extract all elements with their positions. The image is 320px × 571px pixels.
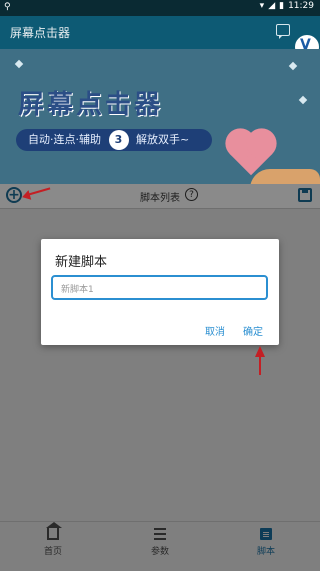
status-bar: ⚲ ▾ ◢ ▮ 11:29 [0,0,320,16]
home-icon [46,522,62,540]
sparkle-icon [288,61,298,71]
script-name-input[interactable] [53,279,266,301]
cancel-button[interactable]: 取消 [205,323,225,338]
clock-text: 11:29 [288,1,314,11]
app-title: 屏幕点击器 [10,26,71,40]
tab-scripts-label: 脚本 [256,547,275,557]
tab-home[interactable]: 首页 [23,522,83,557]
save-icon[interactable] [298,188,312,202]
document-icon [260,528,272,540]
tab-params-label: 参数 [150,547,169,557]
status-icons: ▾ ◢ ▮ 11:29 [260,1,314,11]
app-bar: 屏幕点击器 V [0,16,320,61]
help-icon[interactable]: ? [185,188,198,201]
ok-button[interactable]: 确定 [243,323,263,338]
banner-tagline: 自动·连点·辅助 3 解放双手~ [16,129,212,151]
message-icon[interactable] [276,24,290,39]
sparkle-icon [298,95,308,105]
annotation-arrowhead [255,346,265,357]
list-icon [154,528,166,540]
tagline-text-1: 自动·连点·辅助 [28,133,101,146]
banner-headline: 屏幕点击器 [18,90,164,120]
wifi-icon: ▾ [259,1,265,11]
tagline-text-2: 解放双手~ [136,133,190,146]
tagline-number: 3 [108,130,129,150]
tab-scripts[interactable]: 脚本 [236,528,296,557]
add-script-icon[interactable]: + [6,187,22,203]
script-name-field [51,275,268,301]
tab-params[interactable]: 参数 [130,528,190,557]
annotation-arrow [259,357,261,375]
sparkle-icon [14,59,24,69]
new-script-dialog: 新建脚本 取消 确定 [41,239,279,345]
script-list-label: 脚本列表 [140,193,180,204]
battery-icon: ▮ [279,1,285,11]
promo-banner[interactable]: 屏幕点击器 自动·连点·辅助 3 解放双手~ [0,49,320,184]
tab-home-label: 首页 [43,547,62,557]
signal-icon: ◢ [268,1,276,11]
hand-illustration [250,169,320,184]
bottom-navigation: 首页 参数 脚本 [0,521,320,571]
vpn-key-icon: ⚲ [4,2,11,12]
dialog-title: 新建脚本 [55,255,108,270]
